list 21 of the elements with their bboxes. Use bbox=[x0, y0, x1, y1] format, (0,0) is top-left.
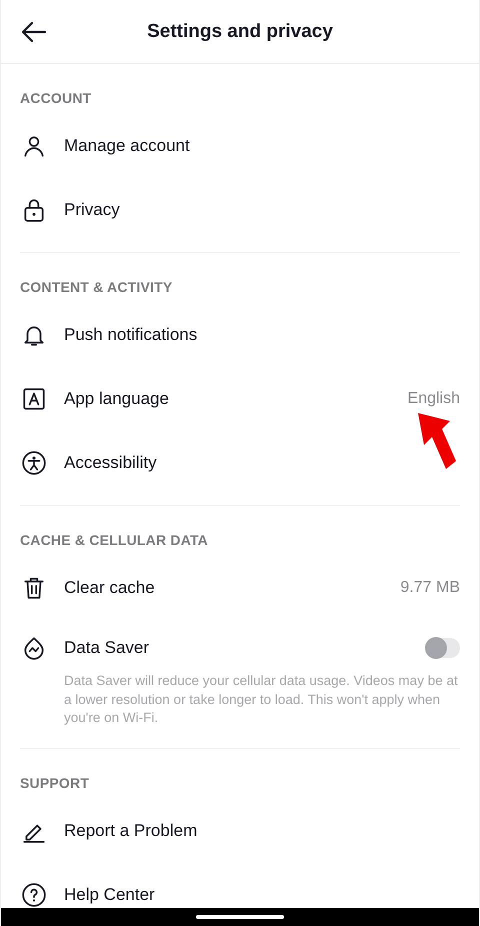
section-title: SUPPORT bbox=[20, 774, 90, 792]
setting-item[interactable]: Manage account bbox=[64, 136, 190, 156]
setting-item[interactable]: Push notifications bbox=[64, 325, 198, 345]
accessibility-icon bbox=[21, 450, 47, 476]
setting-item[interactable]: Privacy bbox=[64, 200, 120, 220]
help-icon bbox=[21, 882, 47, 908]
section-title: ACCOUNT bbox=[20, 89, 92, 108]
setting-item[interactable]: App language bbox=[64, 389, 169, 409]
setting-item[interactable]: Help Center bbox=[64, 884, 155, 904]
setting-value: 9.77 MB bbox=[400, 579, 460, 597]
section-title: CACHE & CELLULAR DATA bbox=[20, 531, 209, 550]
setting-item: Data Saver bbox=[64, 638, 150, 658]
section-title: CONTENT & ACTIVITY bbox=[20, 278, 174, 297]
setting-item[interactable]: Report a Problem bbox=[64, 820, 198, 840]
setting-item[interactable]: Accessibility bbox=[64, 453, 157, 473]
page-title: Settings and privacy bbox=[147, 20, 333, 42]
toggle-switch[interactable] bbox=[426, 638, 460, 658]
letter-a-icon bbox=[21, 386, 47, 412]
setting-value: English bbox=[408, 390, 460, 408]
setting-item[interactable]: Clear cache bbox=[64, 578, 155, 598]
setting-description: Data Saver will reduce your cellular data usage. Videos may be at a lower resolution or take longer to load. This won't apply when you're on Wi-Fi. bbox=[64, 672, 459, 727]
